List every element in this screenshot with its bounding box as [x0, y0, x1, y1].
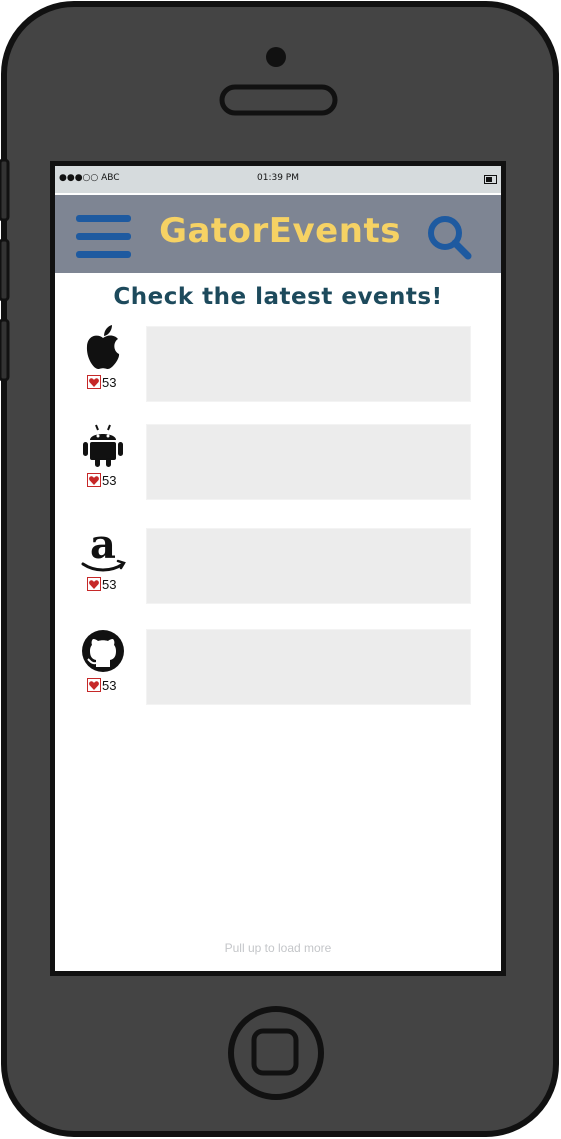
front-camera	[266, 47, 286, 67]
event-card[interactable]	[146, 326, 471, 402]
heart-icon	[87, 678, 101, 692]
apple-logo-icon	[86, 325, 120, 370]
event-card[interactable]	[146, 528, 471, 604]
like-button[interactable]: 53	[87, 576, 116, 592]
heart-icon	[87, 473, 101, 487]
amazon-logo-icon: a	[81, 526, 126, 572]
android-logo-icon	[83, 424, 123, 467]
load-more-hint[interactable]: Pull up to load more	[55, 941, 501, 955]
event-card[interactable]	[146, 629, 471, 705]
event-card[interactable]	[146, 424, 471, 500]
event-item-apple[interactable]: 53	[73, 324, 477, 404]
app-title: GatorEvents	[159, 211, 401, 251]
heart-icon	[87, 375, 101, 389]
search-icon[interactable]	[425, 213, 473, 261]
hamburger-menu-icon[interactable]	[76, 215, 131, 259]
home-button	[228, 1006, 324, 1100]
like-count: 53	[102, 472, 117, 488]
speaker-slot	[219, 84, 338, 116]
github-logo-icon	[82, 630, 124, 672]
navbar: GatorEvents	[55, 195, 501, 273]
event-item-amazon[interactable]: a 53	[73, 526, 477, 606]
like-count: 53	[102, 576, 117, 592]
like-button[interactable]: 53	[87, 472, 116, 488]
event-item-github[interactable]: 53	[73, 627, 477, 707]
event-item-android[interactable]: 53	[73, 422, 477, 502]
battery-icon	[484, 175, 497, 184]
status-bar: ●●●○○ ABC 01:39 PM	[55, 166, 501, 193]
page-headline: Check the latest events!	[113, 284, 443, 310]
like-button[interactable]: 53	[87, 374, 116, 390]
screen: ●●●○○ ABC 01:39 PM GatorEvents Check the…	[55, 166, 501, 971]
like-count: 53	[102, 374, 117, 390]
svg-text:a: a	[90, 526, 116, 568]
heart-icon	[87, 577, 101, 591]
like-button[interactable]: 53	[87, 677, 116, 693]
status-time: 01:39 PM	[257, 173, 299, 183]
like-count: 53	[102, 677, 117, 693]
